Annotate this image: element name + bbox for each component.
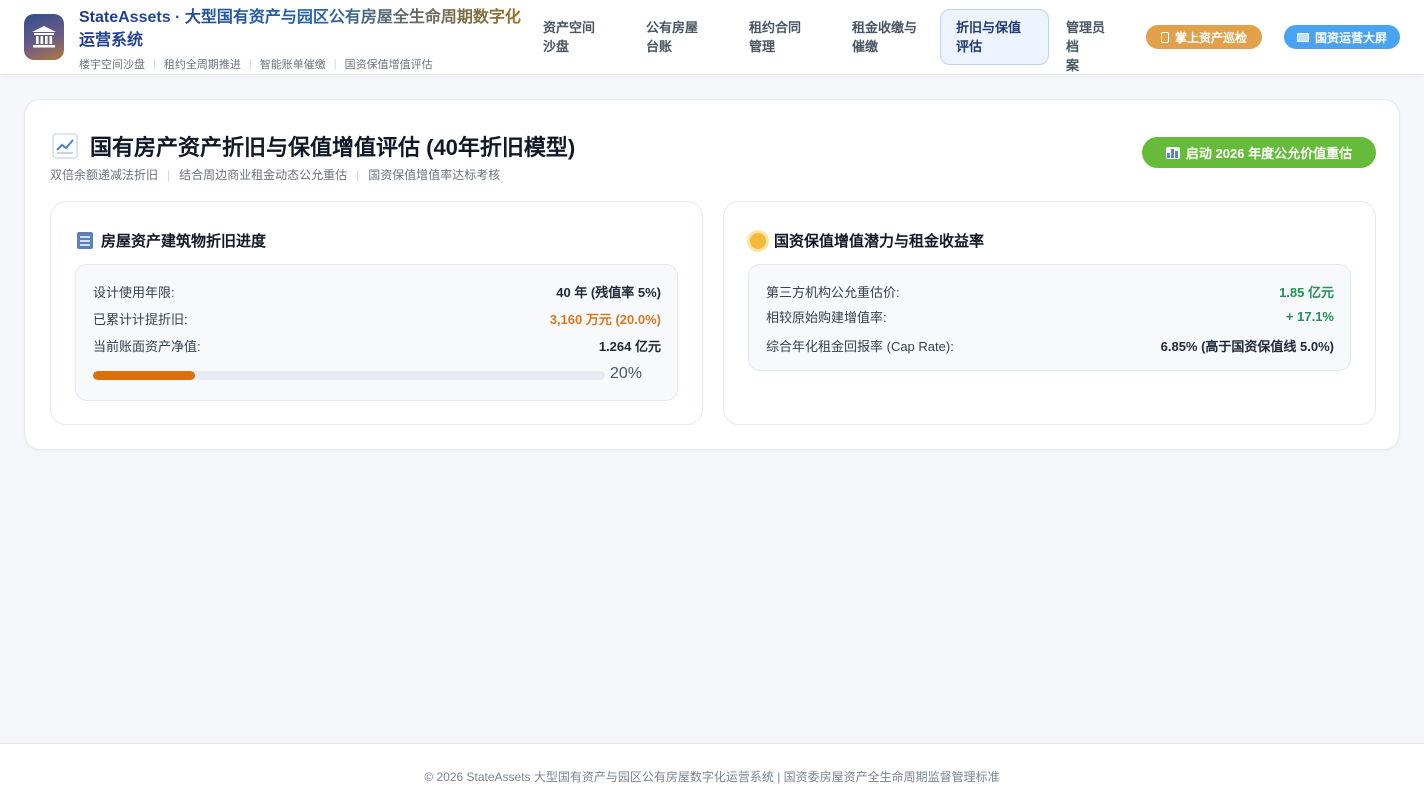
- row-value: 6.85% (高于国资保值线 5.0%): [1160, 338, 1334, 354]
- row-label: 相较原始购建增值率:: [766, 309, 887, 325]
- bar-chart-icon: [1165, 146, 1180, 159]
- tag-billing-collection: 智能账单催缴: [259, 59, 326, 71]
- depreciation-panel: 房屋资产建筑物折旧进度 设计使用年限: 40 年 (残值率 5%) 已累计计提折…: [50, 201, 703, 425]
- detail-row-design-life: 设计使用年限: 40 年 (残值率 5%): [93, 281, 661, 301]
- row-value: 40 年 (残值率 5%): [556, 284, 661, 300]
- detail-row-cap-rate: 综合年化租金回报率 (Cap Rate): 6.85% (高于国资保值线 5.0…: [766, 335, 1334, 355]
- detail-row-fair-value: 第三方机构公允重估价: 1.85 亿元: [766, 281, 1334, 301]
- page-subtitle: 双倍余额递减法折旧 | 结合周边商业租金动态公允重估 | 国资保值增值率达标考核: [50, 167, 501, 183]
- footer-text: © 2026 StateAssets 大型国有资产与园区公有房屋数字化运营系统 …: [424, 770, 1000, 784]
- app-title: StateAssets · 大型国有资产与园区公有房屋全生命周期数字化运营系统: [79, 6, 531, 52]
- nav-depreciation-valuation[interactable]: 折旧与保值 评估: [940, 9, 1049, 65]
- depreciation-progress-label: 20%: [610, 365, 643, 382]
- chart-trend-icon: [52, 133, 78, 159]
- top-header: StateAssets · 大型国有资产与园区公有房屋全生命周期数字化运营系统 …: [0, 0, 1424, 75]
- detail-row-net-book-value: 当前账面资产净值: 1.264 亿元: [93, 335, 661, 355]
- row-label: 设计使用年限:: [93, 284, 175, 300]
- appreciation-details: 第三方机构公允重估价: 1.85 亿元 相较原始购建增值率: + 17.1% 综…: [748, 264, 1351, 371]
- mobile-inspection-button[interactable]: 掌上资产巡检: [1146, 25, 1262, 49]
- tag-valuation: 国资保值增值评估: [344, 59, 433, 71]
- page-title-text: 国有房产资产折旧与保值增值评估 (40年折旧模型): [90, 135, 576, 160]
- subtitle-revaluation: 结合周边商业租金动态公允重估: [179, 168, 348, 182]
- start-revaluation-button[interactable]: 启动 2026 年度公允价值重估: [1142, 137, 1376, 168]
- row-value: + 17.1%: [1285, 308, 1334, 324]
- office-building-icon: [77, 232, 93, 249]
- depreciation-progress-bar: [93, 371, 605, 380]
- detail-row-appreciation-rate: 相较原始购建增值率: + 17.1%: [766, 306, 1334, 326]
- sun-icon: [750, 232, 766, 249]
- row-label: 第三方机构公允重估价:: [766, 284, 900, 300]
- row-value: 1.85 亿元: [1279, 284, 1334, 300]
- appreciation-panel: 国资保值增值潜力与租金收益率 第三方机构公允重估价: 1.85 亿元 相较原始购…: [723, 201, 1376, 425]
- page-title: 国有房产资产折旧与保值增值评估 (40年折旧模型): [52, 130, 575, 162]
- depreciation-progress-fill: [93, 371, 196, 380]
- depreciation-details: 设计使用年限: 40 年 (残值率 5%) 已累计计提折旧: 3,160 万元 …: [75, 264, 678, 401]
- nav-admin-profile[interactable]: 管理员档 案: [1050, 9, 1130, 73]
- depreciation-panel-title: 房屋资产建筑物折旧进度: [77, 230, 266, 251]
- row-value: 1.264 亿元: [598, 338, 661, 354]
- valuation-card: 国有房产资产折旧与保值增值评估 (40年折旧模型) 双倍余额递减法折旧 | 结合周…: [24, 99, 1400, 450]
- monitor-icon: [1296, 32, 1309, 42]
- nav-asset-sandbox[interactable]: 资产空间 沙盘: [527, 9, 630, 65]
- bank-building-icon[interactable]: [24, 14, 64, 60]
- subtitle-assessment: 国资保值增值率达标考核: [368, 168, 501, 182]
- page-footer: © 2026 StateAssets 大型国有资产与园区公有房屋数字化运营系统 …: [0, 743, 1424, 809]
- row-label: 综合年化租金回报率 (Cap Rate):: [766, 338, 954, 354]
- phone-icon: [1160, 31, 1169, 43]
- subtitle-method: 双倍余额递减法折旧: [50, 168, 159, 182]
- row-value: 3,160 万元 (20.0%): [549, 311, 661, 327]
- nav-rent-collection[interactable]: 租金收缴与 催缴: [836, 9, 939, 65]
- operations-screen-button[interactable]: 国资运营大屏: [1284, 25, 1400, 49]
- appreciation-panel-title: 国资保值增值潜力与租金收益率: [750, 230, 984, 251]
- row-label: 已累计计提折旧:: [93, 311, 188, 327]
- tag-lease-lifecycle: 租约全周期推进: [163, 59, 241, 71]
- nav-lease-contracts[interactable]: 租约合同 管理: [733, 9, 836, 65]
- tag-space-sandbox: 楼宇空间沙盘: [79, 59, 145, 71]
- main-nav: 资产空间 沙盘 公有房屋 台账 租约合同 管理 租金收缴与 催缴 折旧与保值 评…: [527, 9, 1130, 73]
- detail-row-accumulated-depreciation: 已累计计提折旧: 3,160 万元 (20.0%): [93, 308, 661, 328]
- row-label: 当前账面资产净值:: [93, 338, 201, 354]
- nav-public-housing-ledger[interactable]: 公有房屋 台账: [630, 9, 733, 65]
- app-subtitle-tags: 楼宇空间沙盘 | 租约全周期推进 | 智能账单催缴 | 国资保值增值评估: [79, 58, 433, 71]
